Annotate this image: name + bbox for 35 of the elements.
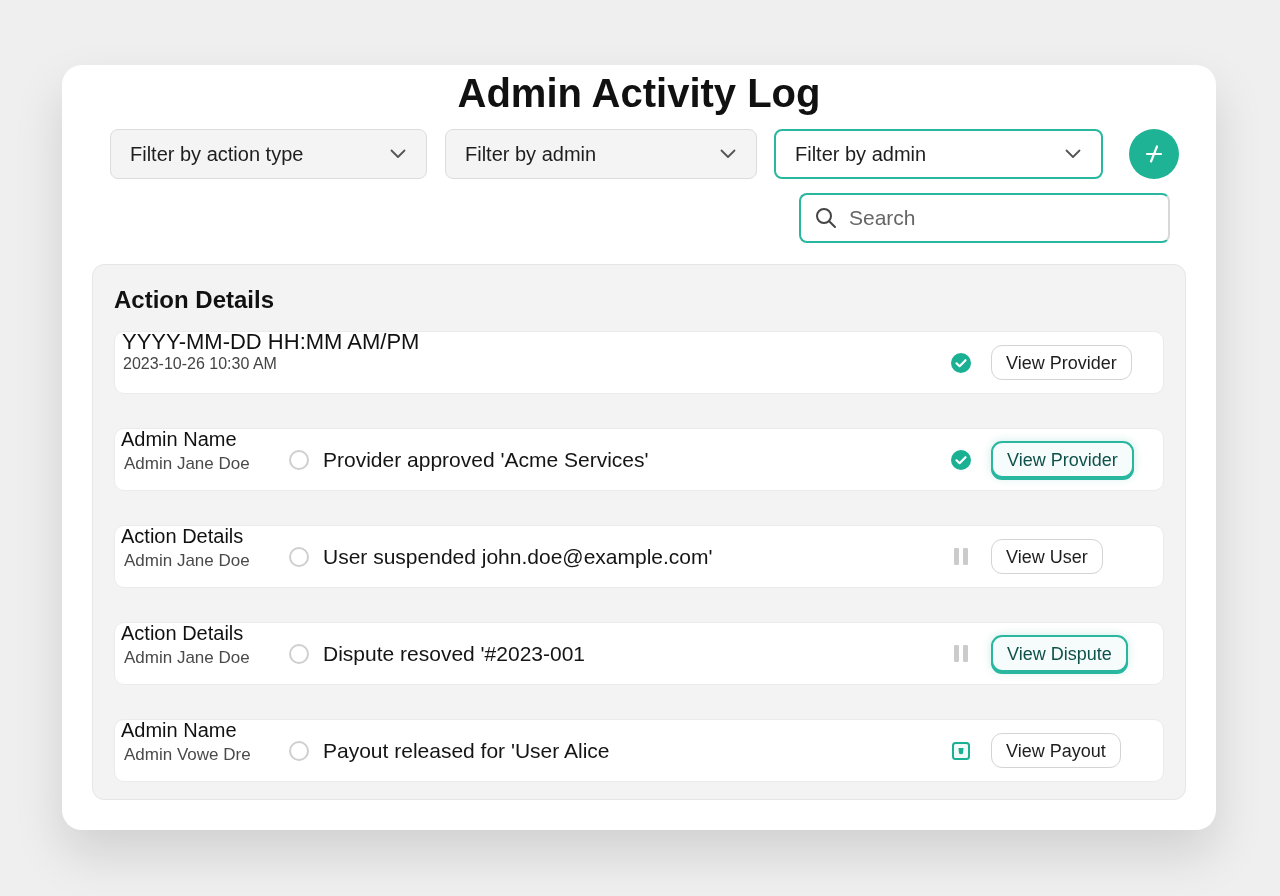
timestamp: 2023-10-26 10:30 AM [122, 354, 278, 374]
filter-dropdown[interactable]: Filter by admin [774, 129, 1103, 179]
action-description: User suspended john.doe@example.com' [323, 543, 713, 570]
search-icon [815, 207, 837, 229]
chevron-down-icon [390, 149, 406, 159]
view-button[interactable]: View Provider [991, 345, 1132, 380]
radio-button[interactable] [289, 740, 309, 761]
admin-name: Admin Jane Doe [124, 453, 250, 475]
timestamp-format: YYYY-MM-DD HH:MM AM/PM [122, 330, 420, 354]
action-description: Provider approved 'Acme Services' [323, 446, 649, 473]
view-button[interactable]: View User [991, 539, 1103, 574]
view-button[interactable]: View Provider [991, 441, 1134, 478]
filter-dropdown[interactable]: Filter by action type [110, 129, 427, 179]
admin-name: Admin Jane Doe [124, 550, 250, 572]
action-description: Dispute resoved '#2023-001 [323, 640, 586, 667]
radio-button[interactable] [289, 449, 309, 470]
search-field[interactable]: Search [799, 193, 1170, 243]
chevron-down-icon [1065, 149, 1081, 159]
row-label: Admin Name [121, 719, 237, 741]
admin-name: Admin Vowe Dre [124, 744, 251, 766]
view-button[interactable]: View Payout [991, 733, 1121, 768]
row-label: Action Details [121, 622, 244, 644]
panel-heading: Action Details [114, 285, 276, 314]
view-button[interactable]: View Dispute [991, 635, 1128, 672]
not-equal-icon [1144, 144, 1164, 164]
admin-name: Admin Jane Doe [124, 647, 250, 669]
chevron-down-icon [720, 149, 736, 159]
row-label: Admin Name [121, 428, 237, 450]
action-description: Payout released for 'User Alice [323, 737, 610, 764]
filter-dropdown[interactable]: Filter by admin [445, 129, 757, 179]
action-button[interactable] [1129, 129, 1179, 179]
radio-button[interactable] [289, 643, 309, 664]
row-label: Action Details [121, 525, 244, 547]
radio-button[interactable] [289, 546, 309, 567]
page-title: Admin Activity Log [457, 70, 821, 117]
